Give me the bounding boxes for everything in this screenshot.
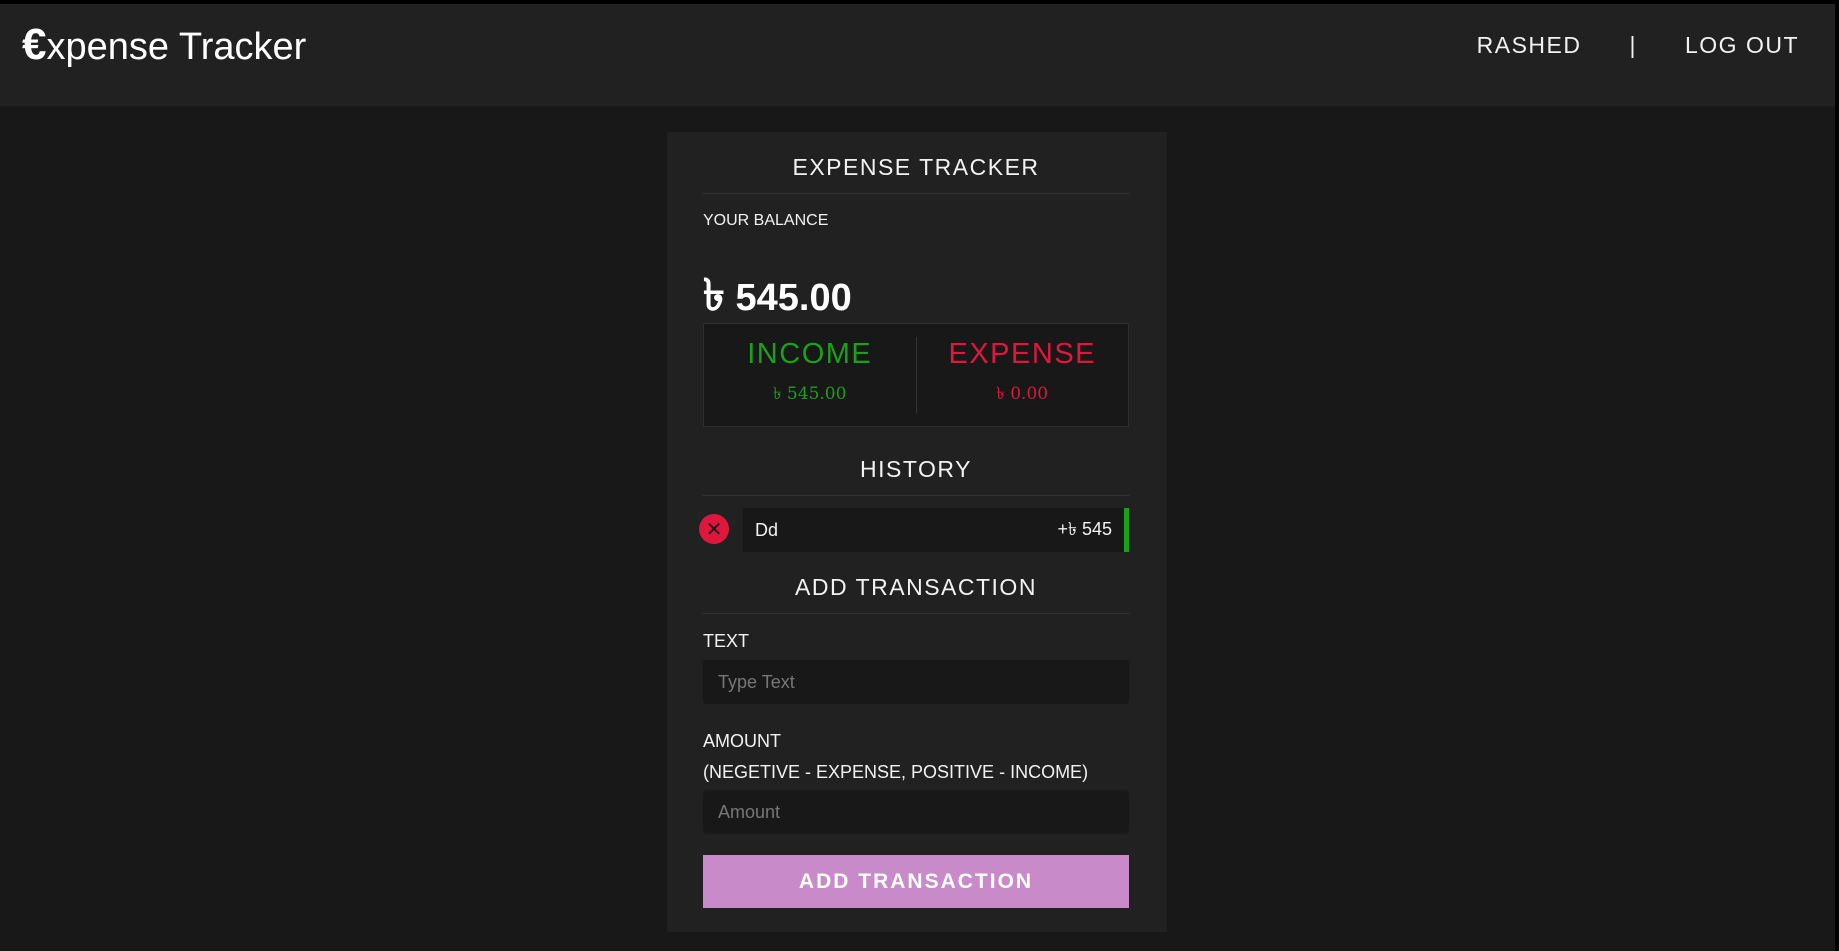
close-icon: ✕ <box>705 518 723 541</box>
balance-amount: 545.00 <box>735 277 852 319</box>
nav-right: RASHED | LOG OUT <box>1477 32 1799 59</box>
amount-input[interactable] <box>703 790 1129 834</box>
navbar: € xpense Tracker RASHED | LOG OUT <box>0 4 1835 106</box>
amount-hint: (NEGETIVE - EXPENSE, POSITIVE - INCOME) <box>703 762 1089 782</box>
history-item-text: Dd <box>755 519 779 540</box>
add-transaction-title: ADD TRANSACTION <box>703 574 1129 614</box>
submit-wrapper: ADD TRANSACTION <box>703 855 1129 908</box>
currency-symbol: ৳ <box>703 271 725 320</box>
expense-label: EXPENSE <box>948 338 1096 370</box>
income-value: ৳ 545.00 <box>773 384 847 404</box>
add-transaction-button[interactable]: ADD TRANSACTION <box>703 855 1129 908</box>
expense-column: EXPENSE ৳ 0.00 <box>917 324 1129 426</box>
history-item-amount: +৳ 545 <box>1057 518 1112 539</box>
logout-link[interactable]: LOG OUT <box>1685 32 1799 59</box>
window-right-border <box>1835 0 1839 951</box>
delete-transaction-button[interactable]: ✕ <box>699 514 729 544</box>
amount-field-label: AMOUNT <box>703 731 781 751</box>
amount-field-wrapper <box>703 790 1129 834</box>
username-label: RASHED <box>1476 32 1582 58</box>
tracker-card: EXPENSE TRACKER YOUR BALANCE ৳ 545.00 IN… <box>667 132 1167 932</box>
text-input[interactable] <box>703 660 1129 704</box>
history-section: HISTORY <box>703 456 1129 496</box>
nav-separator: | <box>1629 32 1637 58</box>
income-expense-panel: INCOME ৳ 545.00 EXPENSE ৳ 0.00 <box>703 323 1129 427</box>
income-column: INCOME ৳ 545.00 <box>704 324 916 426</box>
brand-logo[interactable]: € xpense Tracker <box>22 20 306 70</box>
expense-value: ৳ 0.00 <box>996 384 1049 404</box>
text-field-wrapper <box>703 660 1129 704</box>
list-item: ✕ Dd +৳ 545 <box>699 508 1129 552</box>
card-title: EXPENSE TRACKER <box>703 154 1129 194</box>
brand-euro-symbol: € <box>22 20 47 69</box>
brand-text: xpense Tracker <box>46 26 307 68</box>
card-title-section: EXPENSE TRACKER <box>703 154 1129 194</box>
add-transaction-section: ADD TRANSACTION <box>703 574 1129 614</box>
income-label: INCOME <box>747 338 873 370</box>
balance-label: YOUR BALANCE <box>703 212 829 229</box>
text-field-label: TEXT <box>703 631 750 651</box>
history-item: Dd +৳ 545 <box>743 508 1129 552</box>
history-title: HISTORY <box>703 456 1129 496</box>
